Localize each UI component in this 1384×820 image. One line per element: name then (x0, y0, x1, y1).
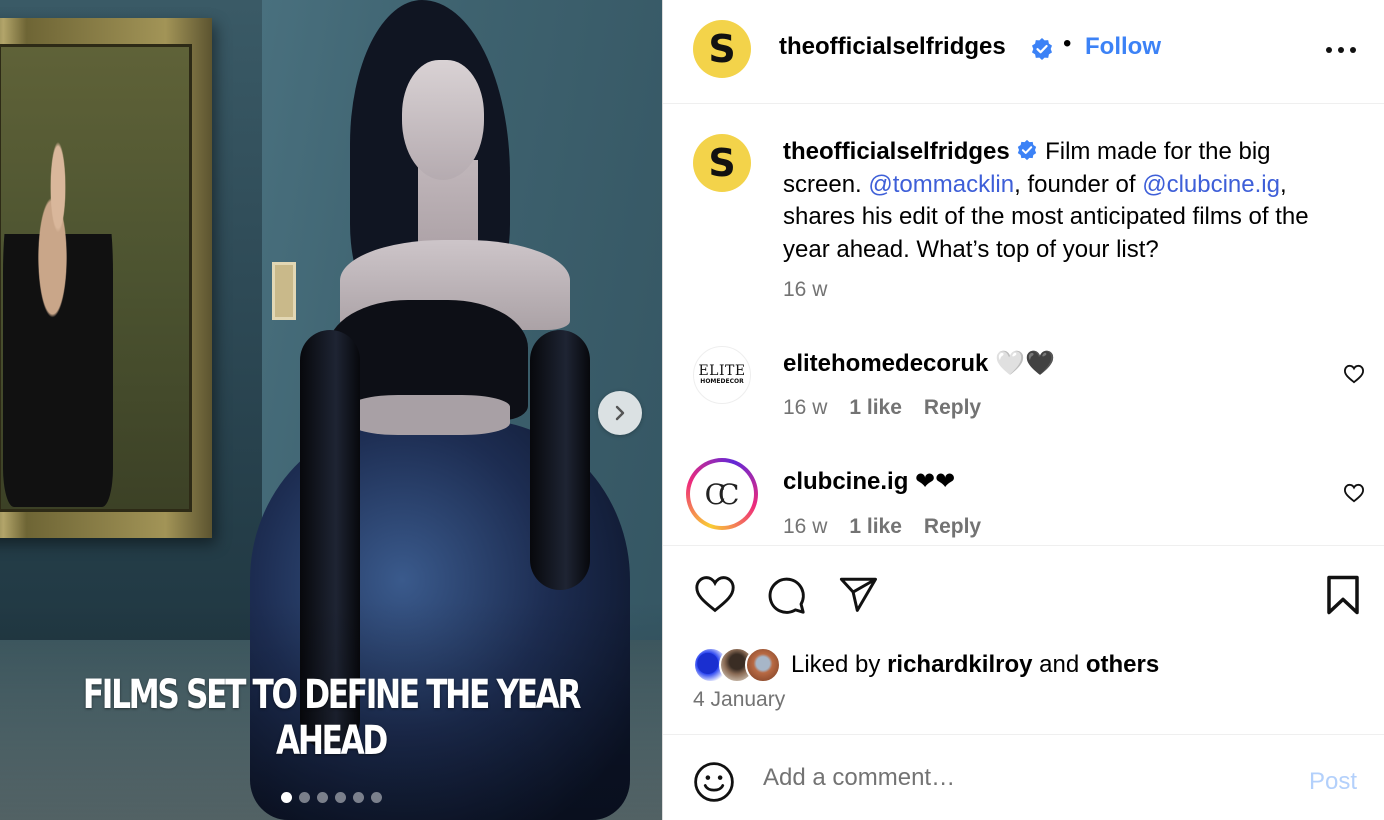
carousel-next-button[interactable] (598, 391, 642, 435)
carousel-dot[interactable] (298, 792, 310, 803)
avatar[interactable]: S (693, 134, 751, 192)
header-username[interactable]: theofficialselfridges (779, 33, 1006, 61)
gallery-painting (0, 44, 192, 512)
post-header: S theofficialselfridges • Follow (663, 0, 1384, 104)
caption-body: , founder of (1014, 170, 1143, 198)
carousel-dots (0, 792, 662, 803)
carousel-dot[interactable] (352, 792, 364, 803)
comment-text: clubcine.ig ❤❤ (783, 467, 955, 496)
post-media[interactable]: FILMS SET TO DEFINE THE YEAR AHEAD (0, 0, 662, 820)
avatar[interactable]: CC (686, 458, 758, 530)
verified-badge-icon (1032, 38, 1052, 60)
post-panel: S theofficialselfridges • Follow S theof… (662, 0, 1384, 820)
comment-timestamp[interactable]: 16 w (783, 396, 827, 419)
comment-likes[interactable]: 1 like (849, 396, 902, 419)
carousel-dot[interactable] (280, 792, 292, 803)
elite-logo-text: ELITE (698, 363, 746, 379)
avatar[interactable]: S (693, 20, 751, 78)
heart-icon[interactable] (1343, 364, 1365, 384)
liked-by-others[interactable]: others (1086, 651, 1159, 678)
reply-button[interactable]: Reply (924, 515, 981, 538)
model-face (402, 60, 484, 180)
carousel-dot[interactable] (334, 792, 346, 803)
liked-by-middle: and (1032, 651, 1086, 678)
painting-figure (3, 117, 113, 507)
caption-username[interactable]: theofficialselfridges (783, 138, 1010, 165)
save-bookmark-icon[interactable] (1325, 574, 1361, 616)
verified-badge-icon (1018, 140, 1037, 161)
clubcine-logo: CC (690, 462, 754, 526)
caption-text: theofficialselfridges Film made for the … (783, 136, 1343, 266)
liked-by-prefix: Liked by (791, 651, 888, 678)
model-glove-right (530, 330, 590, 590)
gallery-painting-frame (0, 18, 212, 538)
media-overlay-title: FILMS SET TO DEFINE THE YEAR AHEAD (82, 672, 582, 764)
comment-text: elitehomedecoruk 🤍🖤 (783, 349, 1055, 378)
post-actions: Liked by richardkilroy and others 4 Janu… (663, 545, 1384, 735)
comment-body: ❤❤ (908, 468, 956, 495)
liked-by-row: Liked by richardkilroy and others (693, 646, 1159, 684)
mention-link[interactable]: @tommacklin (868, 171, 1014, 198)
comment-input[interactable] (763, 757, 1283, 799)
more-options-icon[interactable] (1325, 46, 1357, 54)
comment-body: 🤍🖤 (988, 350, 1055, 377)
header-separator: • (1063, 30, 1072, 57)
mention-link[interactable]: @clubcine.ig (1142, 171, 1280, 198)
post-date[interactable]: 4 January (693, 688, 785, 712)
heart-icon[interactable] (1343, 483, 1365, 503)
post-comment-button[interactable]: Post (1309, 768, 1357, 796)
like-heart-icon[interactable] (693, 574, 737, 614)
liked-by-text: Liked by richardkilroy and others (791, 651, 1159, 679)
add-comment-bar: Post (663, 735, 1384, 820)
comment-meta: 16 w 1 like Reply (783, 515, 1003, 539)
carousel-dot[interactable] (316, 792, 328, 803)
caption-timestamp[interactable]: 16 w (783, 278, 827, 302)
liked-by-user[interactable]: richardkilroy (887, 651, 1032, 678)
emoji-icon[interactable] (693, 761, 735, 803)
comment-username[interactable]: elitehomedecoruk (783, 350, 988, 377)
avatar[interactable]: ELITE HOMEDECOR (693, 346, 751, 404)
follow-button[interactable]: Follow (1085, 33, 1161, 61)
carousel-dot[interactable] (370, 792, 382, 803)
avatar[interactable] (745, 647, 781, 683)
model-midriff (350, 395, 510, 435)
comment-likes[interactable]: 1 like (849, 515, 902, 538)
share-send-icon[interactable] (837, 574, 879, 616)
comment-username[interactable]: clubcine.ig (783, 468, 908, 495)
comment-meta: 16 w 1 like Reply (783, 396, 1003, 420)
chevron-right-icon (615, 405, 625, 421)
elite-logo-subtext: HOMEDECOR (700, 378, 744, 385)
comment-timestamp[interactable]: 16 w (783, 515, 827, 538)
comment-bubble-icon[interactable] (765, 574, 807, 616)
reply-button[interactable]: Reply (924, 396, 981, 419)
